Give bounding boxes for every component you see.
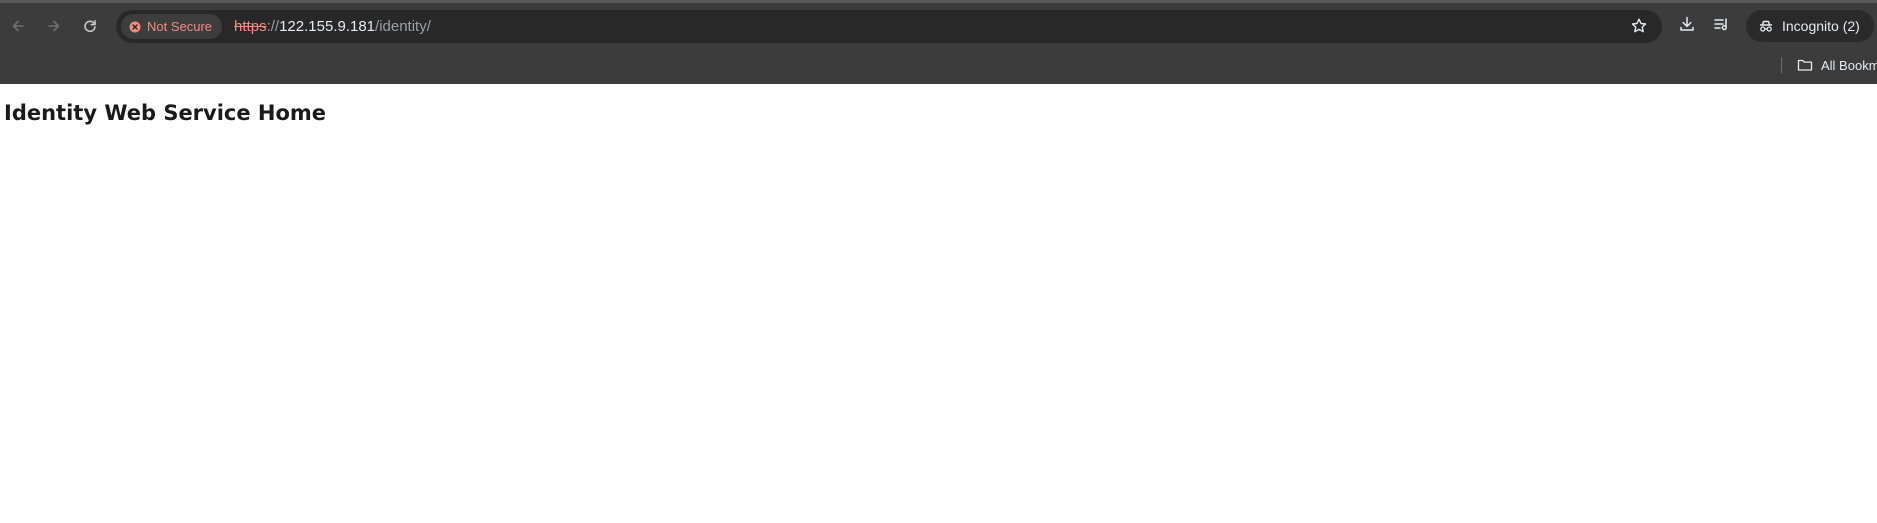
all-bookmarks-label: All Bookm	[1821, 57, 1877, 73]
reload-icon	[82, 18, 98, 34]
browser-toolbar: Not Secure https://122.155.9.181/identit…	[0, 3, 1877, 49]
arrow-right-icon	[46, 18, 62, 34]
incognito-label: Incognito (2)	[1782, 18, 1860, 34]
security-chip[interactable]: Not Secure	[121, 14, 223, 39]
toolbar-right: Incognito (2)	[1670, 3, 1874, 49]
url-path: /identity/	[375, 18, 431, 35]
incognito-icon	[1758, 18, 1774, 34]
reload-button[interactable]	[76, 12, 104, 40]
tab-search-button[interactable]	[1704, 9, 1738, 43]
url-scheme: https	[234, 18, 267, 35]
all-bookmarks-button[interactable]: All Bookm	[1797, 54, 1877, 76]
url-separator: ://	[266, 18, 280, 35]
url-host: 122.155.9.181	[279, 18, 376, 35]
bookmarks-bar: All Bookm	[0, 49, 1877, 84]
download-icon	[1678, 15, 1696, 38]
back-button[interactable]	[4, 12, 32, 40]
warning-icon	[129, 21, 141, 33]
incognito-profile-button[interactable]: Incognito (2)	[1746, 10, 1874, 42]
forward-button[interactable]	[40, 12, 68, 40]
folder-icon	[1797, 58, 1813, 72]
arrow-left-icon	[10, 18, 26, 34]
page-heading: Identity Web Service Home	[4, 101, 327, 125]
address-bar[interactable]: Not Secure https://122.155.9.181/identit…	[116, 10, 1662, 43]
star-icon	[1630, 17, 1648, 40]
url-text[interactable]: https://122.155.9.181/identity/	[234, 18, 431, 35]
downloads-button[interactable]	[1670, 9, 1704, 43]
tab-search-icon	[1712, 15, 1730, 38]
bookmark-star-button[interactable]	[1630, 17, 1648, 40]
security-chip-label: Not Secure	[147, 19, 213, 34]
bookmarks-separator	[1781, 57, 1782, 73]
browser-chrome: Not Secure https://122.155.9.181/identit…	[0, 0, 1877, 84]
